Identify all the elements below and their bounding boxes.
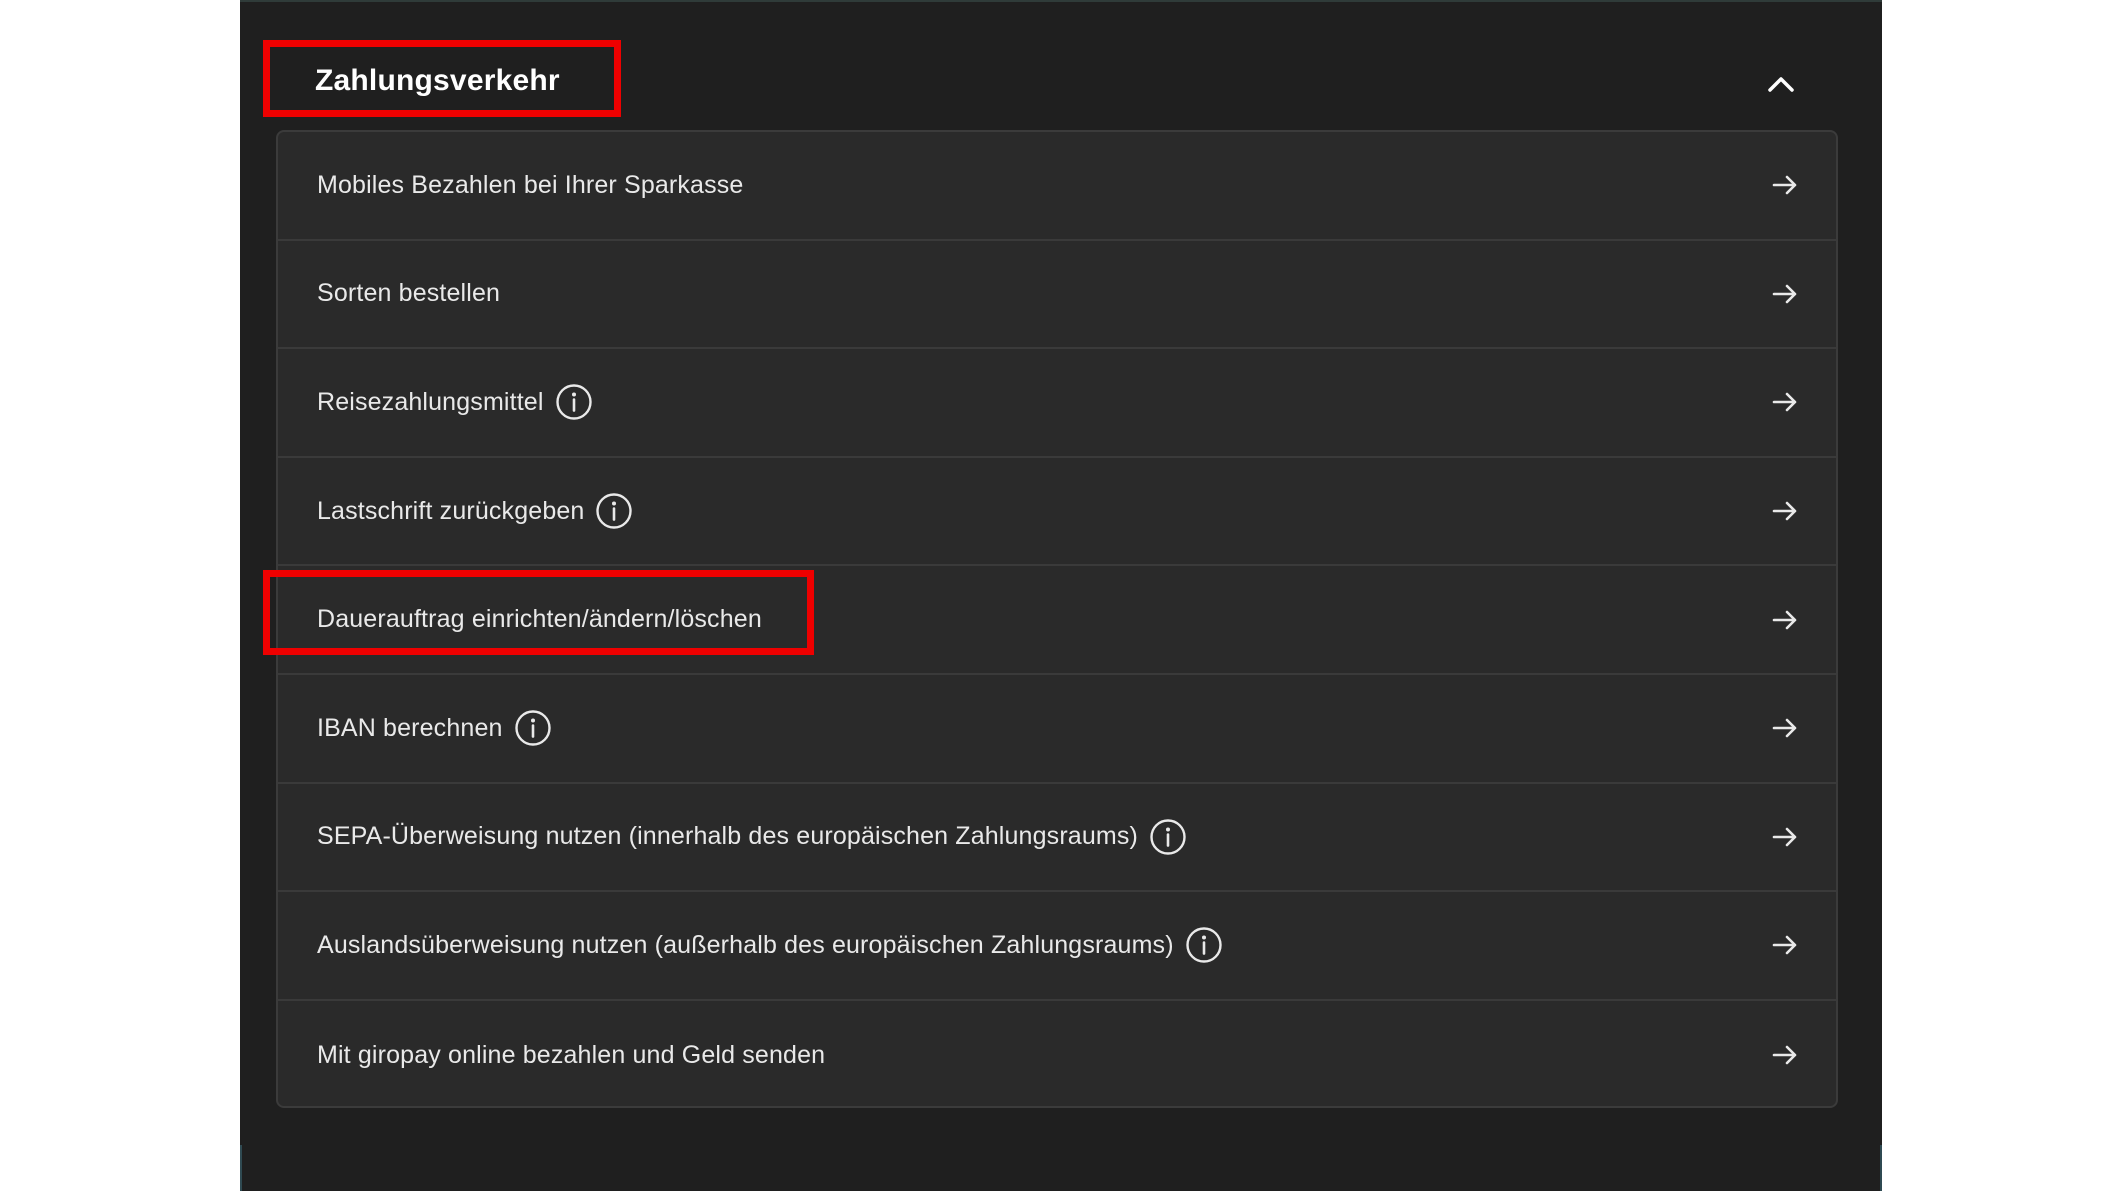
panel-edge-right <box>1880 1145 1882 1191</box>
info-icon[interactable] <box>555 383 593 421</box>
info-icon[interactable] <box>1149 818 1187 856</box>
list-item-travel-payment[interactable]: Reisezahlungsmittel <box>278 349 1836 458</box>
section-title: Zahlungsverkehr <box>315 64 560 97</box>
arrow-right-icon <box>1772 936 1797 955</box>
list-item-sepa-transfer[interactable]: SEPA-Überweisung nutzen (innerhalb des e… <box>278 784 1836 893</box>
list-item-label: Mobiles Bezahlen bei Ihrer Sparkasse <box>317 170 744 199</box>
list-item-label: SEPA-Überweisung nutzen (innerhalb des e… <box>317 822 1138 851</box>
panel-edge-left <box>240 1145 242 1191</box>
info-icon[interactable] <box>514 709 552 747</box>
arrow-right-icon <box>1772 284 1797 304</box>
info-icon[interactable] <box>1185 926 1223 964</box>
chevron-up-icon[interactable] <box>1761 64 1801 104</box>
list-item-order-currency[interactable]: Sorten bestellen <box>278 241 1836 350</box>
list-item-label: Auslandsüberweisung nutzen (außerhalb de… <box>317 930 1174 959</box>
list-item-label: Dauerauftrag einrichten/ändern/löschen <box>317 605 762 634</box>
arrow-right-icon <box>1772 1045 1797 1065</box>
arrow-right-icon <box>1772 393 1797 412</box>
list-item-mobile-payment[interactable]: Mobiles Bezahlen bei Ihrer Sparkasse <box>278 132 1836 241</box>
list-item-label: Mit giropay online bezahlen und Geld sen… <box>317 1040 826 1069</box>
list-item-standing-order[interactable]: Dauerauftrag einrichten/ändern/löschen <box>278 566 1836 675</box>
list-item-calculate-iban[interactable]: IBAN berechnen <box>278 675 1836 784</box>
list-item-foreign-transfer[interactable]: Auslandsüberweisung nutzen (außerhalb de… <box>278 892 1836 1001</box>
list-item-giropay[interactable]: Mit giropay online bezahlen und Geld sen… <box>278 1001 1836 1106</box>
info-icon[interactable] <box>595 492 633 530</box>
list-item-label: Sorten bestellen <box>317 279 501 308</box>
list-item-label: Lastschrift zurückgeben <box>317 496 585 525</box>
list-item-return-direct-debit[interactable]: Lastschrift zurückgeben <box>278 458 1836 567</box>
arrow-right-icon <box>1772 610 1797 629</box>
arrow-right-icon <box>1772 827 1797 847</box>
arrow-right-icon <box>1772 501 1797 521</box>
arrow-right-icon <box>1772 175 1797 195</box>
payment-services-list: Mobiles Bezahlen bei Ihrer Sparkasse Sor… <box>276 130 1838 1108</box>
list-item-label: IBAN berechnen <box>317 713 503 742</box>
payments-panel: Zahlungsverkehr Mobiles Bezahlen bei Ihr… <box>240 0 1882 1191</box>
list-item-label: Reisezahlungsmittel <box>317 387 544 416</box>
arrow-right-icon <box>1772 718 1797 738</box>
